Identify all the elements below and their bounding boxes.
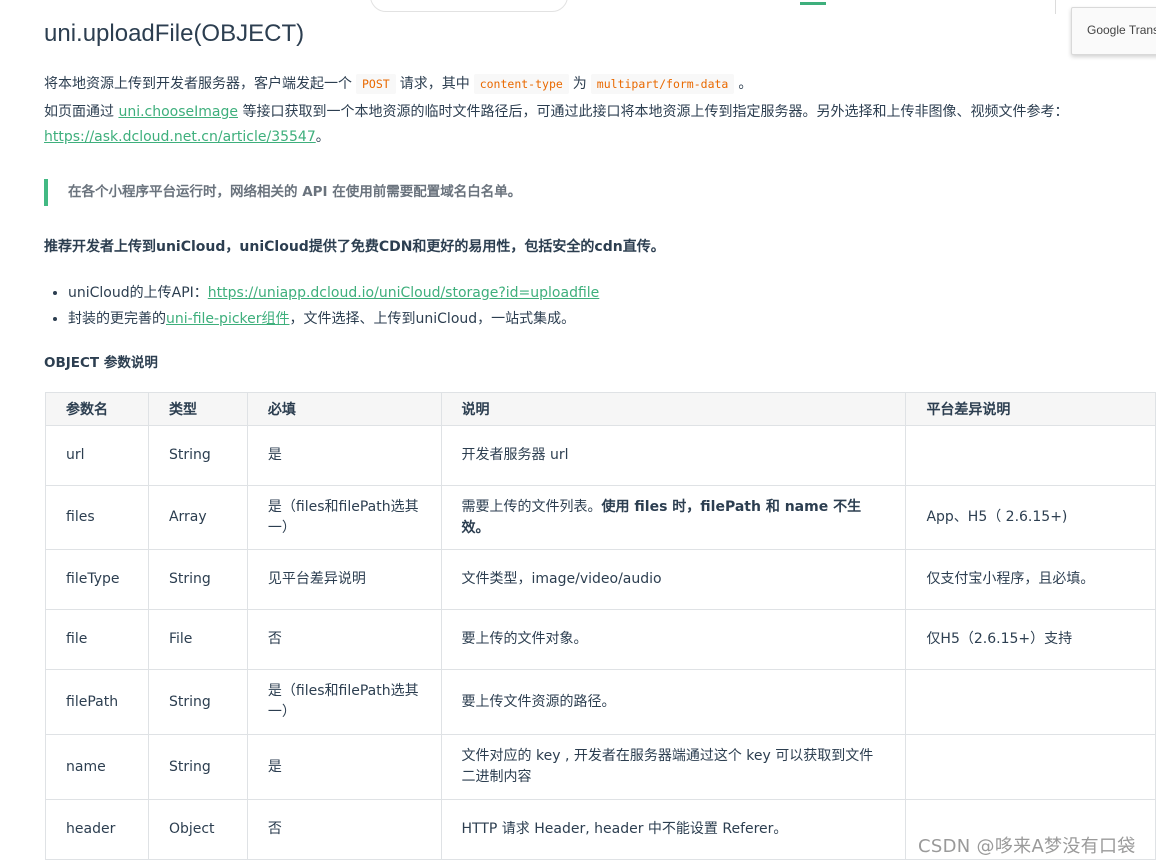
table-cell: file [45, 609, 149, 670]
inline-code-multipart: multipart/form-data [590, 74, 735, 94]
intro-text: 将本地资源上传到开发者服务器，客户端发起一个 [44, 76, 352, 92]
params-table: 参数名 类型 必填 说明 平台差异说明 url String 是 开发者服务器 … [45, 392, 1156, 860]
table-row: fileType String 见平台差异说明 文件类型，image/video… [45, 549, 1156, 610]
table-cell: String [147, 549, 248, 610]
notice-blockquote: 在各个小程序平台运行时，网络相关的 API 在使用前需要配置域名白名单。 [44, 179, 521, 206]
table-cell [905, 669, 1156, 735]
google-translate-label: Google Trans [1087, 23, 1156, 37]
nav-divider [1055, 0, 1056, 14]
bullet-list: uniCloud的上传API：https://uniapp.dcloud.io/… [44, 280, 599, 332]
nav-active-indicator [800, 2, 826, 5]
intro-text: 如页面通过 [44, 104, 114, 120]
column-header: 类型 [147, 392, 248, 426]
choose-image-link[interactable]: uni.chooseImage [118, 104, 238, 120]
table-cell: 需要上传的文件列表。使用 files 时，filePath 和 name 不生效… [440, 485, 907, 550]
table-cell [905, 734, 1156, 800]
files-desc-text: 需要上传的文件列表。 [461, 498, 602, 515]
table-cell: 仅支付宝小程序，且必填。 [905, 549, 1156, 610]
table-cell: 是（files和filePath选其一） [246, 669, 442, 735]
table-cell: 要上传文件资源的路径。 [440, 669, 907, 735]
intro-paragraph-2: 如页面通过 uni.chooseImage 等接口获取到一个本地资源的临时文件路… [44, 100, 1068, 124]
column-header: 说明 [440, 392, 907, 426]
google-translate-widget[interactable]: Google Trans [1071, 7, 1156, 55]
table-row: name String 是 文件对应的 key , 开发者在服务器端通过这个 k… [45, 734, 1156, 800]
table-cell: 文件对应的 key , 开发者在服务器端通过这个 key 可以获取到文件二进制内… [440, 734, 907, 800]
table-cell: 仅H5（2.6.15+）支持 [905, 609, 1156, 670]
table-cell: 是（files和filePath选其一） [246, 485, 442, 550]
column-header: 必填 [246, 392, 442, 426]
recommend-paragraph: 推荐开发者上传到uniCloud，uniCloud提供了免费CDN和更好的易用性… [44, 239, 665, 255]
table-cell: String [147, 669, 248, 735]
article-link[interactable]: https://ask.dcloud.net.cn/article/35547 [44, 129, 316, 145]
table-cell: String [147, 425, 248, 486]
table-row: file File 否 要上传的文件对象。 仅H5（2.6.15+）支持 [45, 609, 1156, 670]
uni-file-picker-link[interactable]: uni-file-picker组件 [166, 311, 290, 327]
table-cell: url [45, 425, 149, 486]
table-cell [905, 425, 1156, 486]
table-cell: Object [147, 799, 248, 860]
inline-code-post: POST [356, 74, 396, 94]
table-cell: 否 [246, 609, 442, 670]
table-cell: 是 [246, 425, 442, 486]
list-item-text: ，文件选择、上传到uniCloud，一站式集成。 [289, 311, 576, 327]
table-cell: 否 [246, 799, 442, 860]
column-header: 平台差异说明 [905, 392, 1156, 426]
intro-paragraph: 将本地资源上传到开发者服务器，客户端发起一个 POST 请求，其中 content-t… [44, 72, 752, 96]
column-header: 参数名 [45, 392, 149, 426]
table-cell: header [45, 799, 149, 860]
page-title: uni.uploadFile(OBJECT) [44, 20, 305, 47]
table-cell: name [45, 734, 149, 800]
section-title: OBJECT 参数说明 [44, 355, 158, 371]
list-item-text: 封装的更完善的 [68, 311, 166, 327]
list-item-text: uniCloud的上传API： [68, 285, 208, 301]
intro-text: 等接口获取到一个本地资源的临时文件路径后，可通过此接口将本地资源上传到指定服务器… [242, 104, 1069, 120]
table-cell: 要上传的文件对象。 [440, 609, 907, 670]
top-navbar [0, 0, 1156, 20]
table-header-row: 参数名 类型 必填 说明 平台差异说明 [45, 392, 1156, 426]
intro-text: 。 [315, 129, 330, 145]
table-cell: String [147, 734, 248, 800]
table-cell: Array [147, 485, 248, 550]
inline-code-content-type: content-type [473, 74, 569, 94]
table-cell: 开发者服务器 url [440, 425, 907, 486]
table-row: filePath String 是（files和filePath选其一） 要上传… [45, 669, 1156, 735]
table-cell: File [147, 609, 248, 670]
table-cell: 文件类型，image/video/audio [440, 549, 907, 610]
table-cell: fileType [45, 549, 149, 610]
unicloud-storage-link[interactable]: https://uniapp.dcloud.io/uniCloud/storag… [208, 285, 600, 301]
table-cell: files [45, 485, 149, 550]
csdn-watermark: CSDN @哆来A梦没有口袋 [918, 836, 1136, 857]
table-row: url String 是 开发者服务器 url [45, 425, 1156, 486]
intro-text: 为 [572, 76, 587, 92]
table-cell: 见平台差异说明 [246, 549, 442, 610]
intro-text: 请求，其中 [399, 76, 470, 92]
list-item: 封装的更完善的uni-file-picker组件，文件选择、上传到uniClou… [68, 306, 599, 332]
intro-paragraph-3: https://ask.dcloud.net.cn/article/35547。 [44, 125, 330, 149]
table-cell: filePath [45, 669, 149, 735]
table-cell: App、H5（ 2.6.15+) [905, 485, 1156, 550]
table-cell: 是 [246, 734, 442, 800]
search-input[interactable] [370, 0, 568, 12]
list-item: uniCloud的上传API：https://uniapp.dcloud.io/… [68, 280, 599, 306]
intro-text: 。 [738, 76, 753, 92]
table-row: files Array 是（files和filePath选其一） 需要上传的文件… [45, 485, 1156, 550]
table-cell: HTTP 请求 Header, header 中不能设置 Referer。 [440, 799, 907, 860]
